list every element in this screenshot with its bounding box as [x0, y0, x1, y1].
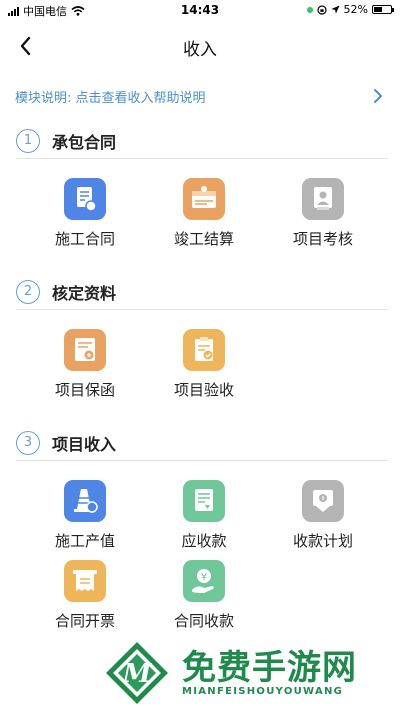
help-link[interactable]: 模块说明: 点击查看收入帮助说明	[0, 85, 400, 107]
help-text[interactable]: 模块说明: 点击查看收入帮助说明	[15, 87, 206, 106]
section-number: 3	[16, 431, 40, 455]
tile-label: 施工产值	[54, 532, 115, 550]
tile-project-guarantee[interactable]: 项目保函	[30, 329, 140, 401]
settlement-invoice-icon[interactable]	[183, 178, 225, 220]
tile-label: 竣工结算	[173, 230, 234, 248]
section-title: 承包合同	[52, 133, 117, 152]
tile-project-assessment[interactable]: 项目考核	[268, 178, 378, 250]
tile-construction-output[interactable]: 施工产值	[30, 480, 140, 552]
status-right: 52%	[306, 3, 394, 16]
status-bar: 中国电信 14:43 52%	[0, 0, 400, 20]
site-watermark: M 免费手游网 MIANFEISHOUYOUWANG	[104, 640, 394, 710]
tile-completion-settlement[interactable]: 竣工结算	[149, 178, 259, 250]
page-title: 收入	[183, 40, 217, 60]
svg-text:¥: ¥	[201, 572, 207, 583]
acceptance-clipboard-icon[interactable]	[183, 329, 225, 371]
contract-document-icon[interactable]	[64, 178, 106, 220]
battery-percent: 52%	[343, 3, 368, 16]
watermark-logo-letter: M	[122, 659, 153, 689]
tile-label: 施工合同	[54, 230, 115, 248]
location-arrow-icon	[331, 5, 340, 14]
tile-label: 合同收款	[173, 612, 234, 630]
section-number: 1	[16, 129, 40, 153]
section-title: 核定资料	[52, 284, 117, 303]
tile-label: 项目验收	[173, 381, 234, 399]
watermark-title: 免费手游网	[182, 648, 357, 688]
tile-label: 项目考核	[292, 230, 353, 248]
tile-label: 应收款	[181, 532, 227, 550]
section-number: 2	[16, 280, 40, 304]
watermark-logo-icon: M	[106, 642, 168, 704]
chevron-right-icon[interactable]	[372, 88, 384, 104]
tile-construction-contract[interactable]: 施工合同	[30, 178, 140, 250]
tile-receivables[interactable]: 应收款	[149, 480, 259, 552]
tile-collection-plan[interactable]: 收款计划	[268, 480, 378, 552]
nav-bar: 收入	[0, 26, 400, 66]
receivable-document-icon[interactable]	[183, 480, 225, 522]
collection-plan-icon[interactable]	[302, 480, 344, 522]
tile-contract-invoicing[interactable]: 合同开票	[30, 560, 140, 632]
section-header-verified-materials: 2 核定资料	[16, 276, 388, 310]
tile-contract-payment[interactable]: ¥ 合同收款	[149, 560, 259, 632]
battery-icon	[372, 5, 394, 14]
rotation-lock-icon	[316, 4, 327, 15]
tile-project-acceptance[interactable]: 项目验收	[149, 329, 259, 401]
guarantee-certificate-icon[interactable]	[64, 329, 106, 371]
mic-indicator-dot	[306, 6, 313, 13]
tile-label: 收款计划	[292, 532, 353, 550]
tile-label: 合同开票	[54, 612, 115, 630]
section-header-project-income: 3 项目收入	[16, 427, 388, 461]
output-value-icon[interactable]	[64, 480, 106, 522]
watermark-subtitle: MIANFEISHOUYOUWANG	[182, 686, 344, 697]
section-title: 项目收入	[52, 435, 117, 454]
payment-received-icon[interactable]: ¥	[183, 560, 225, 602]
tile-label: 项目保函	[54, 381, 115, 399]
section-header-contract: 1 承包合同	[16, 125, 388, 159]
assessment-badge-icon[interactable]	[302, 178, 344, 220]
invoice-receipt-icon[interactable]	[64, 560, 106, 602]
